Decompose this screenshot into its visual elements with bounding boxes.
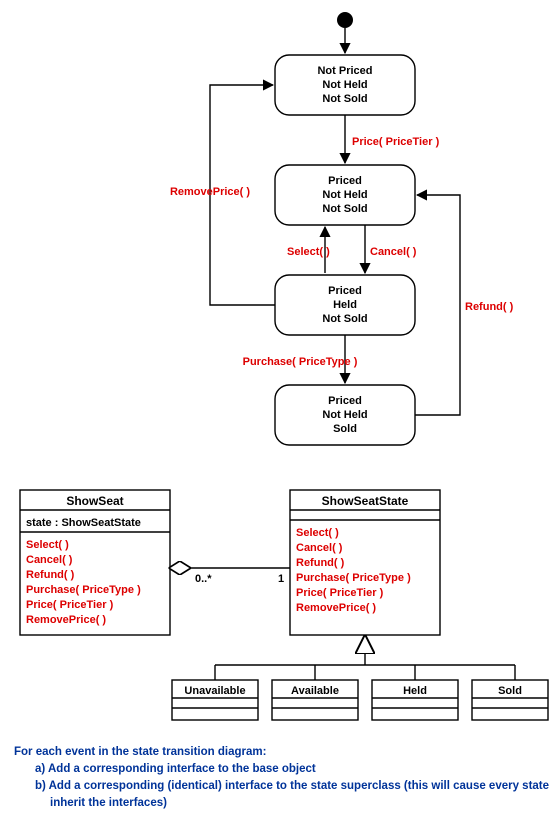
class-showseat: ShowSeat state : ShowSeatState Select( )… xyxy=(20,490,170,635)
class-operation: Purchase( PriceType ) xyxy=(26,584,141,596)
state-label: Sold xyxy=(333,423,357,435)
state-priced-sold: Priced Not Held Sold xyxy=(275,385,415,445)
note-b1: b) Add a corresponding (identical) inter… xyxy=(35,780,550,792)
class-operation: Price( PriceTier ) xyxy=(296,587,384,599)
class-operation: Select( ) xyxy=(26,539,69,551)
state-priced-not-held: Priced Not Held Not Sold xyxy=(275,165,415,225)
state-not-priced: Not Priced Not Held Not Sold xyxy=(275,55,415,115)
class-operation: Cancel( ) xyxy=(296,542,343,554)
class-name: Held xyxy=(403,685,427,697)
transition-label: Refund( ) xyxy=(465,301,514,313)
class-name: Unavailable xyxy=(184,685,245,697)
transition-label: Price( PriceTier ) xyxy=(352,136,440,148)
class-available: Available xyxy=(272,680,358,720)
state-label: Held xyxy=(333,299,357,311)
class-held: Held xyxy=(372,680,458,720)
class-operation: Price( PriceTier ) xyxy=(26,599,114,611)
transition-refund xyxy=(415,195,460,415)
transition-label: RemovePrice( ) xyxy=(170,186,250,198)
state-label: Not Sold xyxy=(322,93,367,105)
class-operation: RemovePrice( ) xyxy=(26,614,106,626)
state-label: Not Sold xyxy=(322,313,367,325)
class-name: Available xyxy=(291,685,339,697)
state-label: Priced xyxy=(328,395,362,407)
diagram-canvas: Not Priced Not Held Not Sold Price( Pric… xyxy=(0,0,550,820)
class-name: Sold xyxy=(498,685,522,697)
class-sold: Sold xyxy=(472,680,548,720)
class-showseatstate: ShowSeatState Select( ) Cancel( ) Refund… xyxy=(290,490,440,635)
note-intro: For each event in the state transition d… xyxy=(14,746,266,758)
class-unavailable: Unavailable xyxy=(172,680,258,720)
state-label: Not Priced xyxy=(317,65,372,77)
transition-label: Purchase( PriceType ) xyxy=(243,356,358,368)
state-machine: Not Priced Not Held Not Sold Price( Pric… xyxy=(170,12,514,445)
note-b2: inherit the interfaces) xyxy=(50,797,167,809)
transition-label: Cancel( ) xyxy=(370,246,417,258)
state-label: Not Sold xyxy=(322,203,367,215)
class-name: ShowSeatState xyxy=(322,494,409,508)
initial-state-icon xyxy=(337,12,353,28)
multiplicity-right: 1 xyxy=(278,573,284,585)
class-operation: Select( ) xyxy=(296,527,339,539)
state-label: Not Held xyxy=(322,409,367,421)
class-operation: Cancel( ) xyxy=(26,554,73,566)
transition-label: Select( ) xyxy=(287,246,330,258)
state-label: Priced xyxy=(328,285,362,297)
class-operation: Purchase( PriceType ) xyxy=(296,572,411,584)
class-operation: Refund( ) xyxy=(296,557,345,569)
class-attribute: state : ShowSeatState xyxy=(26,517,141,529)
notes: For each event in the state transition d… xyxy=(14,746,550,809)
multiplicity-left: 0..* xyxy=(195,573,212,585)
state-label: Not Held xyxy=(322,79,367,91)
note-a: a) Add a corresponding interface to the … xyxy=(35,763,316,775)
class-operation: RemovePrice( ) xyxy=(296,602,376,614)
state-label: Priced xyxy=(328,175,362,187)
state-label: Not Held xyxy=(322,189,367,201)
state-priced-held: Priced Held Not Sold xyxy=(275,275,415,335)
class-operation: Refund( ) xyxy=(26,569,75,581)
class-name: ShowSeat xyxy=(66,494,123,508)
class-diagram: ShowSeat state : ShowSeatState Select( )… xyxy=(20,490,548,720)
